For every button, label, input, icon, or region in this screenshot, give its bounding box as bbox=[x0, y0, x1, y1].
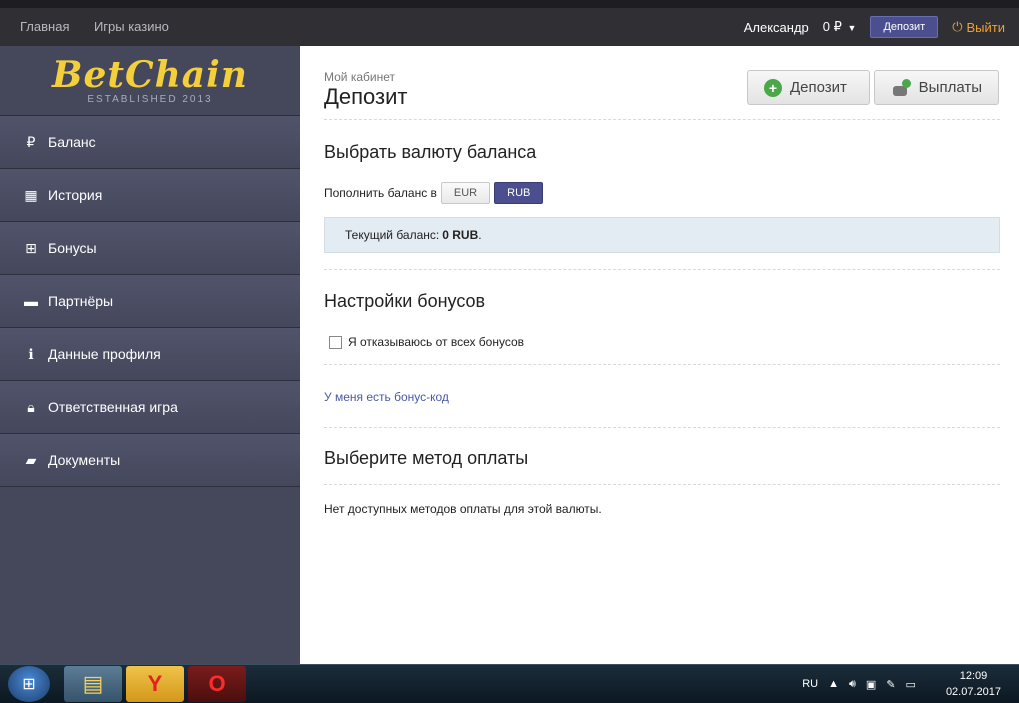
pen-icon[interactable]: ✎ bbox=[886, 678, 895, 691]
sidebar-item-responsible-gaming[interactable]: 🔒︎ Ответственная игра bbox=[0, 381, 300, 434]
top-nav: Главная Игры казино Александр 0 ₽ ▼ Депо… bbox=[0, 0, 1019, 46]
ruble-icon: ₽ bbox=[26, 133, 36, 150]
sidebar-item-label: Баланс bbox=[48, 134, 96, 150]
main-content: Мой кабинет Депозит + Депозит Выплаты Вы… bbox=[324, 46, 1000, 518]
sidebar-item-label: Документы bbox=[48, 452, 121, 468]
currency-row: Пополнить баланс в EUR RUB bbox=[324, 182, 1000, 204]
opera-icon: O bbox=[208, 671, 226, 696]
plus-circle-icon: + bbox=[764, 78, 782, 97]
taskbar-opera-browser[interactable]: O bbox=[188, 666, 246, 702]
payment-empty-row: Нет доступных методов оплаты для этой ва… bbox=[324, 485, 1000, 518]
action-center-icon[interactable]: ▭ bbox=[906, 678, 916, 691]
caret-down-icon: ▼ bbox=[847, 23, 857, 33]
sidebar-item-label: Партнёры bbox=[48, 293, 114, 309]
sidebar-item-bonuses[interactable]: ⊞ Бонусы bbox=[0, 222, 300, 275]
page-title: Депозит bbox=[324, 84, 408, 109]
currency-section-title: Выбрать валюту баланса bbox=[324, 142, 537, 162]
info-icon: ℹ bbox=[28, 345, 34, 362]
bonus-code-link[interactable]: У меня есть бонус-код bbox=[324, 390, 449, 404]
payment-section: Выберите метод оплаты bbox=[324, 428, 1000, 469]
sidebar-item-partners[interactable]: ▬ Партнёры bbox=[0, 275, 300, 328]
payout-button[interactable]: Выплаты bbox=[874, 70, 999, 105]
balance-suffix: . bbox=[478, 228, 482, 242]
currency-section: Выбрать валюту баланса Пополнить баланс … bbox=[324, 120, 1000, 253]
coins-icon bbox=[891, 78, 911, 97]
balance-amount: 0 RUB bbox=[442, 228, 479, 242]
top-deposit-button[interactable]: Депозит bbox=[870, 16, 939, 38]
top-nav-right: Александр 0 ₽ ▼ Депозит ⏻ Выйти bbox=[744, 16, 1019, 38]
nav-link-home[interactable]: Главная bbox=[20, 19, 69, 34]
deposit-button-label: Депозит bbox=[790, 79, 847, 96]
currency-label: Пополнить баланс в bbox=[324, 186, 437, 200]
start-button[interactable]: ⊞ bbox=[8, 666, 50, 702]
logo-brand: BetChain bbox=[52, 54, 248, 96]
language-indicator[interactable]: RU bbox=[802, 678, 818, 690]
currency-rub-button[interactable]: RUB bbox=[494, 182, 544, 204]
sidebar-item-label: История bbox=[48, 187, 103, 203]
payout-button-label: Выплаты bbox=[918, 79, 982, 96]
refuse-bonus-checkbox[interactable] bbox=[329, 335, 342, 349]
bonus-section: Настройки бонусов Я отказываюсь от всех … bbox=[324, 270, 1000, 349]
sidebar-item-profile[interactable]: ℹ Данные профиля bbox=[0, 328, 300, 381]
folder-icon: ▤ bbox=[82, 671, 104, 696]
briefcase-icon: ▬ bbox=[24, 293, 38, 309]
sidebar-item-label: Данные профиля bbox=[48, 346, 161, 362]
logout-label: Выйти bbox=[966, 19, 1006, 35]
folder-icon: ▰ bbox=[25, 451, 37, 468]
nav-link-casino-games[interactable]: Игры казино bbox=[94, 19, 169, 34]
calendar-icon: ▦ bbox=[24, 186, 38, 203]
page-header: Мой кабинет Депозит + Депозит Выплаты bbox=[324, 46, 1000, 120]
yandex-icon: Y bbox=[147, 671, 163, 696]
lock-icon: 🔒︎ bbox=[27, 398, 35, 415]
taskbar: ⊞ ▤ Y O RU ▲ 🔊︎ ▣ ✎ ▭ 12:09 02.07.2017 bbox=[0, 664, 1019, 703]
sidebar-item-history[interactable]: ▦ История bbox=[0, 169, 300, 222]
taskbar-yandex-browser[interactable]: Y bbox=[126, 666, 184, 702]
top-nav-links: Главная Игры казино bbox=[0, 18, 169, 36]
sidebar-item-label: Ответственная игра bbox=[48, 399, 178, 415]
current-balance-box: Текущий баланс: 0 RUB . bbox=[324, 217, 1000, 253]
sidebar-item-documents[interactable]: ▰ Документы bbox=[0, 434, 300, 487]
sidebar-item-balance[interactable]: ₽ Баланс bbox=[0, 116, 300, 169]
currency-eur-button[interactable]: EUR bbox=[440, 182, 491, 204]
network-icon[interactable]: ▣ bbox=[866, 678, 876, 691]
payment-section-title: Выберите метод оплаты bbox=[324, 448, 529, 468]
user-name[interactable]: Александр bbox=[744, 20, 809, 35]
bonus-code-row: У меня есть бонус-код bbox=[324, 365, 1000, 427]
sidebar-item-label: Бонусы bbox=[48, 240, 97, 256]
logo-established: ESTABLISHED 2013 bbox=[87, 94, 213, 105]
balance-value: 0 ₽ bbox=[822, 19, 842, 34]
clock-time: 12:09 bbox=[959, 670, 988, 682]
refuse-bonus-row[interactable]: Я отказываюсь от всех бонусов bbox=[324, 335, 1000, 349]
clock-date: 02.07.2017 bbox=[945, 686, 1001, 698]
scrollbar[interactable] bbox=[1000, 46, 1019, 664]
bonus-section-title: Настройки бонусов bbox=[324, 291, 486, 311]
logout-link[interactable]: ⏻ Выйти bbox=[952, 19, 1005, 35]
taskbar-explorer[interactable]: ▤ bbox=[64, 666, 122, 702]
tray-arrow-icon[interactable]: ▲ bbox=[828, 678, 839, 690]
power-icon: ⏻ bbox=[952, 19, 963, 34]
system-tray: RU ▲ 🔊︎ ▣ ✎ ▭ 12:09 02.07.2017 bbox=[802, 668, 1019, 700]
balance-dropdown[interactable]: 0 ₽ ▼ bbox=[823, 19, 857, 35]
payment-empty-message: Нет доступных методов оплаты для этой ва… bbox=[324, 502, 602, 516]
gift-icon: ⊞ bbox=[25, 239, 37, 256]
balance-prefix: Текущий баланс: bbox=[345, 228, 440, 242]
refuse-bonus-label[interactable]: Я отказываюсь от всех бонусов bbox=[348, 335, 524, 349]
clock[interactable]: 12:09 02.07.2017 bbox=[946, 668, 1001, 700]
volume-icon[interactable]: 🔊︎ bbox=[849, 678, 856, 691]
deposit-button[interactable]: + Депозит bbox=[747, 70, 870, 105]
sidebar: BetChain ESTABLISHED 2013 ₽ Баланс ▦ Ист… bbox=[0, 46, 300, 664]
logo[interactable]: BetChain ESTABLISHED 2013 bbox=[0, 46, 300, 116]
breadcrumb[interactable]: Мой кабинет bbox=[324, 70, 395, 84]
windows-logo-icon: ⊞ bbox=[22, 676, 36, 693]
